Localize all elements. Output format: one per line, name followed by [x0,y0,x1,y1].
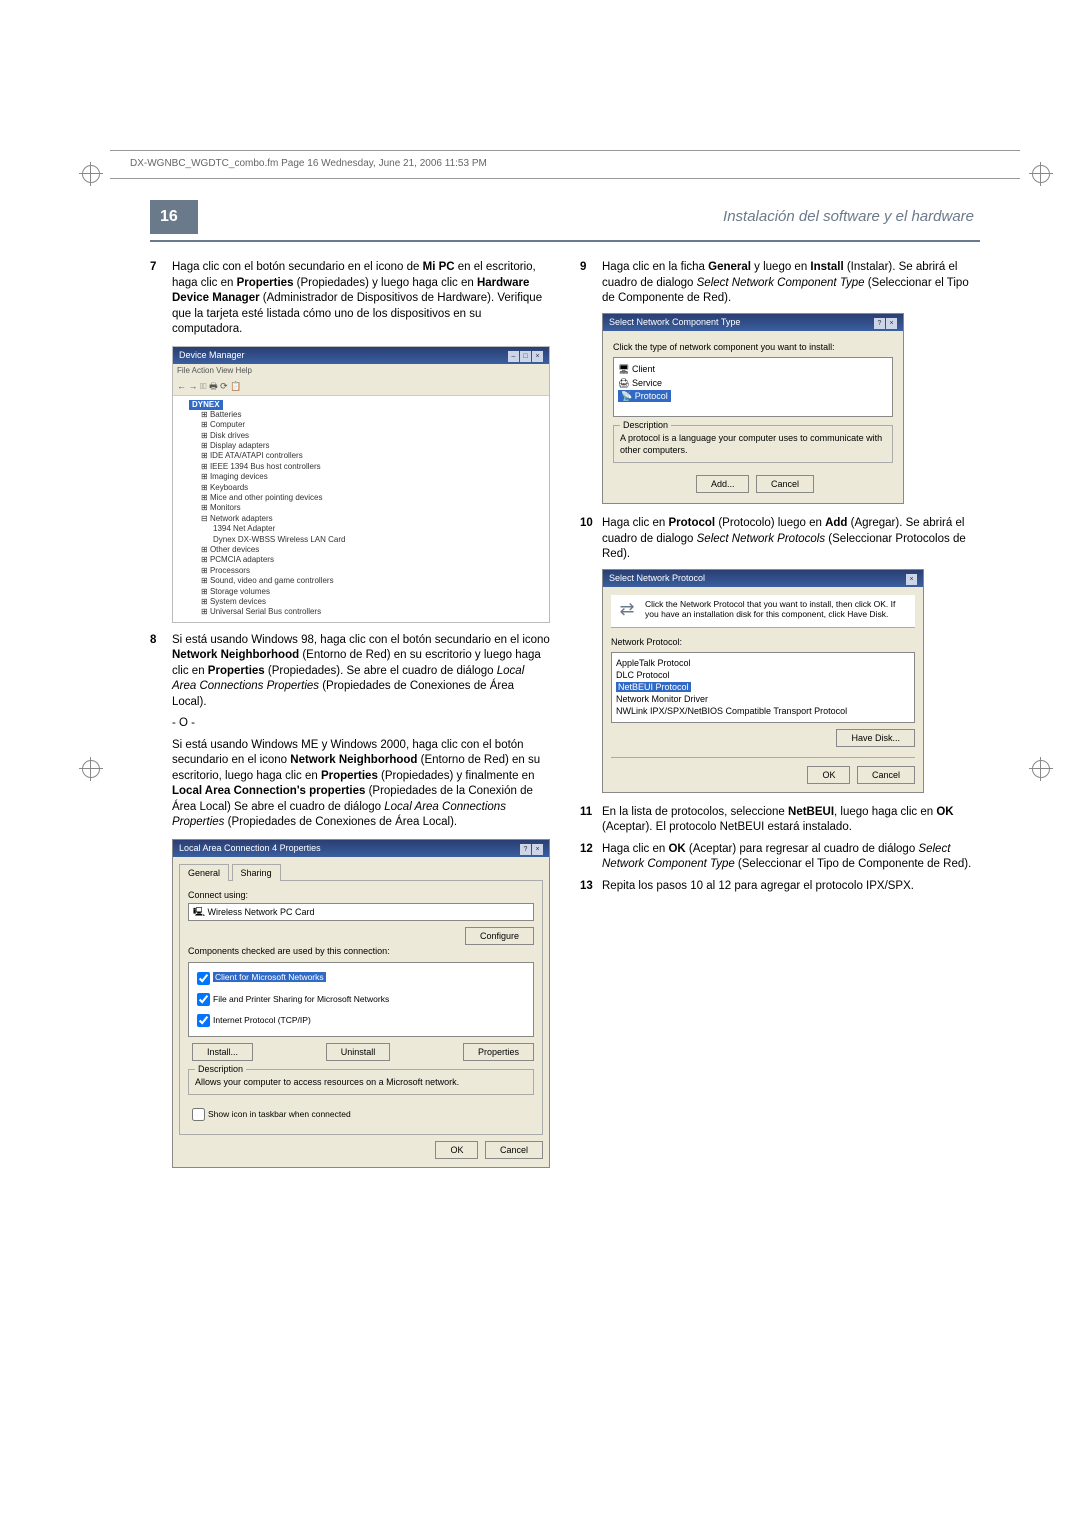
show-icon-label: Show icon in taskbar when connected [208,1109,351,1119]
adapter-field: 🖳 Wireless Network PC Card [188,903,534,921]
tab-sharing: Sharing [232,864,281,881]
properties-button: Properties [463,1043,534,1061]
step-9-body: Haga clic en la ficha General y luego en… [602,260,980,307]
devmgr-tree: DYNEX ⊞ Batteries ⊞ Computer ⊞ Disk driv… [173,396,549,622]
description-title: Description [195,1063,246,1075]
step-7-body: Haga clic con el botón secundario en el … [172,260,550,338]
page-number: 16 [150,200,198,234]
title-underline [150,240,980,242]
cancel-button: Cancel [756,475,814,493]
configure-button: Configure [465,927,534,945]
close-icon: × [906,574,917,585]
step-number-10: 10 [580,516,602,563]
close-icon: × [532,844,543,855]
step-11-body: En la lista de protocolos, seleccione Ne… [602,805,980,836]
cancel-button: Cancel [485,1141,543,1159]
lac-title: Local Area Connection 4 Properties [179,842,321,855]
step-13-body: Repita los pasos 10 al 12 para agregar e… [602,879,980,895]
step-number-11: 11 [580,805,602,836]
max-icon: □ [520,351,531,362]
close-icon: × [532,351,543,362]
cancel-button: Cancel [857,766,915,784]
device-manager-screenshot: Device Manager –□× File Action View Help… [172,346,550,623]
step-10-body: Haga clic en Protocol (Protocolo) luego … [602,516,980,563]
snp-list-label: Network Protocol: [611,636,915,648]
have-disk-button: Have Disk... [836,729,915,747]
step-number-8: 8 [150,633,172,831]
step-number-7: 7 [150,260,172,338]
uninstall-button: Uninstall [326,1043,391,1061]
tab-general: General [179,864,229,881]
header-filename: DX-WGNBC_WGDTC_combo.fm Page 16 Wednesda… [130,158,487,169]
min-icon: – [508,351,519,362]
step-8-body: Si está usando Windows 98, haga clic con… [172,633,550,831]
components-label: Components checked are used by this conn… [188,945,534,957]
snp-listbox: AppleTalk Protocol DLC Protocol NetBEUI … [611,652,915,723]
network-icon: ⇄ [615,599,639,623]
help-icon: ? [874,318,885,329]
devmgr-menu: File Action View Help [173,364,549,379]
help-icon: ? [520,844,531,855]
select-component-type-dialog: Select Network Component Type ?× Click t… [602,313,904,505]
description-text: Allows your computer to access resources… [195,1077,459,1087]
components-listbox: Client for Microsoft Networks File and P… [188,962,534,1037]
snct-desc-title: Description [620,419,671,431]
snct-instruction: Click the type of network component you … [613,341,893,353]
snct-listbox: 🖥 Client 🖨 Service 📡 Protocol [613,357,893,417]
snct-desc-text: A protocol is a language your computer u… [620,433,882,455]
ok-button: OK [435,1141,478,1159]
snct-title: Select Network Component Type [609,316,740,329]
install-button: Install... [192,1043,253,1061]
connect-using-label: Connect using: [188,889,534,901]
snp-title: Select Network Protocol [609,572,705,585]
step-number-13: 13 [580,879,602,895]
select-network-protocol-dialog: Select Network Protocol × ⇄ Click the Ne… [602,569,924,793]
devmgr-title: Device Manager [179,349,245,362]
ok-button: OK [807,766,850,784]
snp-instruction: Click the Network Protocol that you want… [645,599,911,623]
devmgr-toolbar: ← → 🗉 🖶 ⟳ 📋 [173,378,549,395]
section-title: Instalación del software y el hardware [198,208,980,225]
step-12-body: Haga clic en OK (Aceptar) para regresar … [602,842,980,873]
header-rule-bottom [110,178,1020,179]
step-number-9: 9 [580,260,602,307]
step-number-12: 12 [580,842,602,873]
close-icon: × [886,318,897,329]
lac-properties-dialog: Local Area Connection 4 Properties ?× Ge… [172,839,550,1168]
header-rule-top [110,150,1020,151]
add-button: Add... [696,475,750,493]
